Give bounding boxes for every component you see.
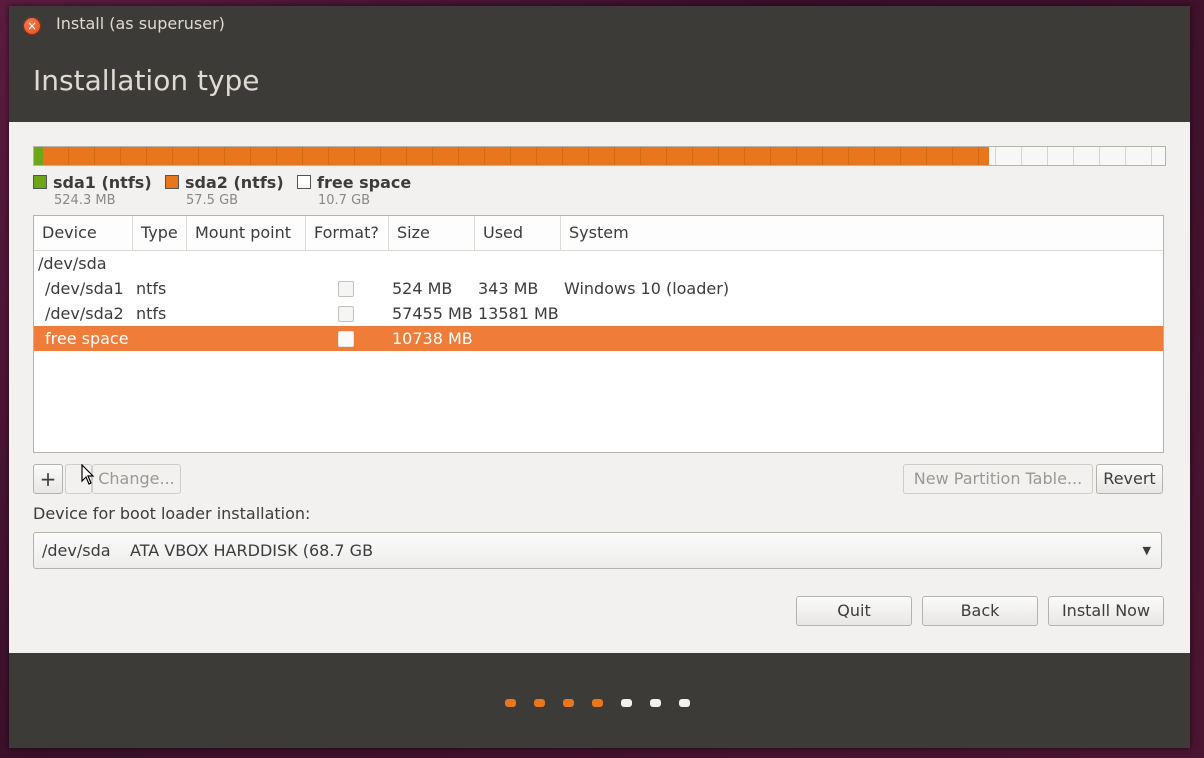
change-partition-button[interactable]: Change... xyxy=(92,464,181,494)
cell-size: 10738 MB xyxy=(392,329,473,348)
cell-device: free space xyxy=(45,329,129,348)
column-header-mount-point[interactable]: Mount point xyxy=(187,216,306,250)
cell-used: 13581 MB xyxy=(478,304,559,323)
table-row[interactable]: /dev/sda1 ntfs 524 MB 343 MB Windows 10 … xyxy=(34,276,1163,301)
bootloader-device-select[interactable]: /dev/sda ATA VBOX HARDDISK (68.7 GB ▼ xyxy=(33,532,1162,569)
table-row[interactable]: /dev/sda2 ntfs 57455 MB 13581 MB xyxy=(34,301,1163,326)
install-now-button[interactable]: Install Now xyxy=(1048,596,1164,626)
cell-used: 343 MB xyxy=(478,279,539,298)
cell-size: 524 MB xyxy=(392,279,453,298)
bootloader-label: Device for boot loader installation: xyxy=(33,504,311,523)
cell-device: /dev/sda2 xyxy=(45,304,124,323)
legend-swatch-sda2 xyxy=(165,175,179,189)
legend-swatch-sda1 xyxy=(33,175,47,189)
disk-usage-bar xyxy=(33,146,1166,166)
cell-size: 57455 MB xyxy=(392,304,473,323)
disk-segment-sda1 xyxy=(34,147,43,165)
column-header-system[interactable]: System xyxy=(561,216,1163,250)
cell-device: /dev/sda xyxy=(38,254,107,273)
cell-system: Windows 10 (loader) xyxy=(564,279,730,298)
legend-size: 57.5 GB xyxy=(186,193,239,208)
legend-sda1: sda1 (ntfs) 524.3 MB xyxy=(33,173,152,208)
progress-dot xyxy=(592,699,603,707)
back-button[interactable]: Back xyxy=(922,596,1038,626)
column-header-size[interactable]: Size xyxy=(389,216,475,250)
mouse-cursor-icon xyxy=(81,464,95,485)
format-checkbox[interactable] xyxy=(338,306,354,322)
revert-button[interactable]: Revert xyxy=(1096,464,1163,494)
column-header-format[interactable]: Format? xyxy=(306,216,389,250)
legend-size: 10.7 GB xyxy=(318,193,371,208)
disk-segment-sda2 xyxy=(42,147,989,165)
progress-dot xyxy=(650,699,661,707)
legend-name: free space xyxy=(317,173,412,192)
cell-device: /dev/sda1 xyxy=(45,279,124,298)
window-title: Install (as superuser) xyxy=(56,14,225,33)
legend-free-space: free space 10.7 GB xyxy=(297,173,412,208)
legend-sda2: sda2 (ntfs) 57.5 GB xyxy=(165,173,284,208)
close-icon: × xyxy=(26,19,38,33)
quit-button[interactable]: Quit xyxy=(796,596,912,626)
table-header: Device Type Mount point Format? Size Use… xyxy=(34,216,1163,251)
legend-name: sda1 (ntfs) xyxy=(53,173,152,192)
new-partition-table-button[interactable]: New Partition Table... xyxy=(903,464,1093,494)
cell-type: ntfs xyxy=(136,304,167,323)
column-header-used[interactable]: Used xyxy=(475,216,561,250)
legend-name: sda2 (ntfs) xyxy=(185,173,284,192)
cell-type: ntfs xyxy=(136,279,167,298)
format-checkbox[interactable] xyxy=(338,281,354,297)
progress-dot xyxy=(563,699,574,707)
table-row-selected[interactable]: free space 10738 MB xyxy=(34,326,1163,351)
bootloader-device: /dev/sda xyxy=(42,541,111,560)
progress-dot xyxy=(621,699,632,707)
progress-dot xyxy=(505,699,516,707)
table-row[interactable]: /dev/sda xyxy=(34,251,1163,276)
footer xyxy=(9,653,1190,748)
column-header-device[interactable]: Device xyxy=(34,216,133,250)
page-title: Installation type xyxy=(33,64,260,97)
legend-swatch-free xyxy=(297,175,311,189)
progress-dot xyxy=(534,699,545,707)
dropdown-arrow-icon: ▼ xyxy=(1142,544,1151,557)
close-button[interactable]: × xyxy=(23,17,41,35)
add-partition-button[interactable]: + xyxy=(33,464,63,494)
progress-dot xyxy=(679,699,690,707)
title-bar: × Install (as superuser) Installation ty… xyxy=(9,6,1190,122)
bootloader-model: ATA VBOX HARDDISK (68.7 GB xyxy=(130,541,374,560)
installer-window: × Install (as superuser) Installation ty… xyxy=(9,6,1190,748)
column-header-type[interactable]: Type xyxy=(133,216,187,250)
format-checkbox[interactable] xyxy=(338,331,354,347)
legend-size: 524.3 MB xyxy=(54,193,116,208)
partition-table: Device Type Mount point Format? Size Use… xyxy=(33,215,1164,453)
